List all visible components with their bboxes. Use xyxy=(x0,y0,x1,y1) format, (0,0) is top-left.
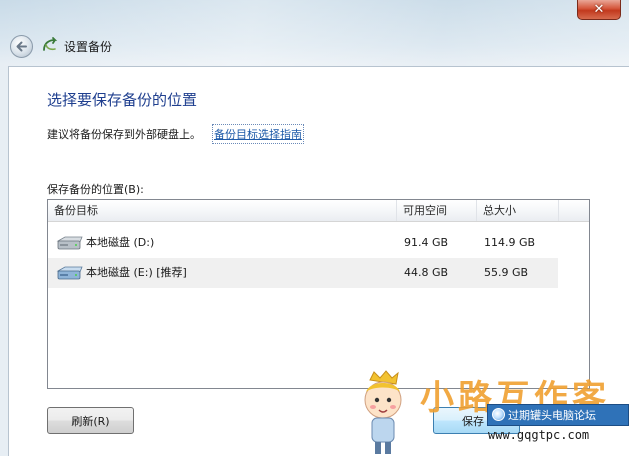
list-label: 保存备份的位置(B): xyxy=(47,183,144,196)
window-title: 设置备份 xyxy=(64,40,113,54)
hard-drive-icon xyxy=(56,236,83,250)
backup-app-icon xyxy=(43,37,58,51)
page-heading: 选择要保存备份的位置 xyxy=(47,91,198,109)
forum-logo-icon xyxy=(492,408,505,421)
list-header: 备份目标 可用空间 总大小 xyxy=(48,200,589,222)
hint-text: 建议将备份保存到外部硬盘上。 xyxy=(47,128,201,141)
backup-window: ✕ 设置备份 选择要保存备份的位置 建议将备份保存到外部硬盘上。 备份目标选择指… xyxy=(0,0,629,456)
guide-link[interactable]: 备份目标选择指南 xyxy=(212,124,304,144)
row-free: 44.8 GB xyxy=(404,266,449,279)
row-name: 本地磁盘 (D:) xyxy=(86,236,155,249)
column-header-total[interactable]: 总大小 xyxy=(477,200,559,221)
hard-drive-icon xyxy=(56,266,83,280)
close-button[interactable]: ✕ xyxy=(577,0,621,20)
row-total: 114.9 GB xyxy=(484,236,536,249)
title-glass xyxy=(0,0,629,66)
watermark-badge: 过期罐头电脑论坛 xyxy=(487,404,629,426)
column-header-free[interactable]: 可用空间 xyxy=(397,200,477,221)
mascot-image xyxy=(364,370,402,454)
back-arrow-icon xyxy=(16,41,27,52)
column-header-target[interactable]: 备份目标 xyxy=(48,200,397,221)
backup-destination-list[interactable]: 备份目标 可用空间 总大小 本地磁盘 (D:) 91.4 GB 114.9 GB xyxy=(47,199,590,389)
row-total: 55.9 GB xyxy=(484,266,529,279)
refresh-button[interactable]: 刷新(R) xyxy=(47,407,134,434)
close-icon: ✕ xyxy=(593,2,605,17)
table-row[interactable]: 本地磁盘 (D:) 91.4 GB 114.9 GB xyxy=(48,228,558,258)
row-name: 本地磁盘 (E:) [推荐] xyxy=(86,266,187,279)
table-row[interactable]: 本地磁盘 (E:) [推荐] 44.8 GB 55.9 GB xyxy=(48,258,558,288)
watermark-url: www.gqgtpc.com xyxy=(488,428,590,442)
row-free: 91.4 GB xyxy=(404,236,449,249)
watermark-badge-text: 过期罐头电脑论坛 xyxy=(508,409,596,422)
back-button[interactable] xyxy=(10,35,33,58)
